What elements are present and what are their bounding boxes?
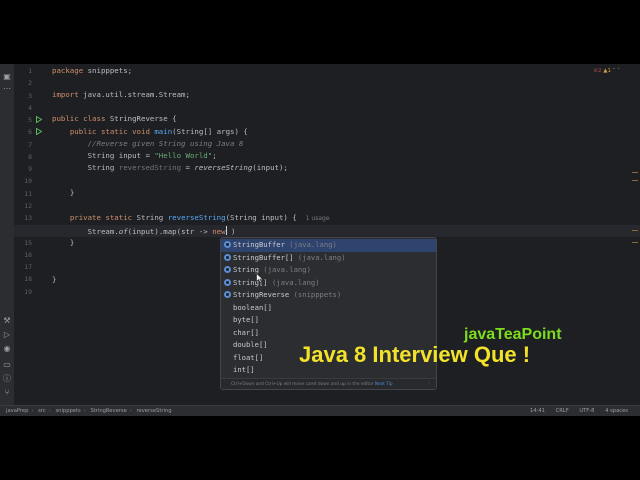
status-bar: javaPrep › src › snipppets › StringReverse ›… (0, 405, 640, 416)
line-number[interactable]: 5 (12, 116, 32, 124)
line-number[interactable]: 7 (12, 141, 32, 149)
line-number[interactable]: 19 (12, 288, 32, 296)
line-separator[interactable]: CRLF (556, 408, 569, 414)
line-number[interactable]: 1 (12, 67, 32, 75)
code-line-14: Stream.of(input).map(str -> new ) (87, 226, 236, 236)
services-icon[interactable]: ◉ (2, 344, 12, 354)
line-number[interactable]: 18 (12, 275, 32, 283)
completion-item-package: (java.lang) (297, 252, 346, 262)
file-encoding[interactable]: UTF-8 (579, 408, 594, 414)
completion-item-name: boolean[] (233, 302, 272, 312)
run-tool-icon[interactable]: ▷ (2, 330, 12, 340)
breadcrumb-src[interactable]: src (38, 408, 46, 414)
completion-footer: Ctrl+Down and Ctrl+Up will move caret do… (221, 378, 436, 389)
completion-item[interactable]: boolean[] (221, 302, 436, 315)
scrollbar-markers[interactable] (632, 78, 638, 298)
breadcrumb-package[interactable]: snipppets (55, 408, 80, 414)
line-number[interactable]: 4 (12, 104, 32, 112)
code-line-1: package snipppets; (52, 66, 133, 75)
completion-item-package: (java.lang) (271, 277, 320, 287)
next-tip-link[interactable]: Next Tip (375, 382, 393, 387)
line-number[interactable]: 10 (12, 177, 32, 185)
line-number[interactable]: 9 (12, 165, 32, 173)
breadcrumb-project[interactable]: javaPrep (6, 408, 28, 414)
completion-item-name: int[] (233, 365, 255, 374)
line-number[interactable]: 17 (12, 263, 32, 271)
completion-item-name: float[] (233, 352, 264, 362)
run-class-icon[interactable] (36, 116, 42, 123)
problems-icon[interactable]: ⓘ (2, 374, 12, 384)
line-number[interactable]: 15 (12, 239, 32, 247)
code-line-5: public class StringReverse { (52, 114, 177, 123)
completion-item[interactable]: StringBuffer (java.lang) (221, 239, 436, 252)
code-line-18: } (52, 275, 57, 284)
code-line-7: //Reverse given String using Java 8 (87, 139, 244, 148)
class-icon (224, 266, 231, 273)
completion-item-package: (java.lang) (263, 265, 311, 274)
line-number[interactable]: 12 (12, 202, 32, 210)
line-number[interactable]: 8 (12, 153, 32, 161)
code-line-15: } (69, 238, 75, 247)
code-line-13: private static String reverseString(Stri… (69, 213, 330, 222)
run-main-icon[interactable] (36, 128, 42, 135)
line-number[interactable]: 6 (12, 128, 32, 136)
completion-item-name: StringBuffer[] (233, 252, 294, 262)
line-number[interactable]: 3 (12, 92, 32, 100)
mouse-pointer-icon (256, 268, 264, 283)
chevron-up-icon[interactable]: ˄ (613, 68, 616, 74)
completion-item-name: double[] (233, 340, 268, 349)
line-number[interactable]: 13 (12, 214, 32, 222)
completion-item[interactable]: StringReverse (snipppets) (221, 289, 436, 302)
git-icon[interactable]: ⑂ (2, 388, 12, 398)
code-line-6: public static void main(String[] args) { (69, 127, 248, 136)
caret-position[interactable]: 14:41 (530, 408, 545, 414)
class-icon (224, 253, 231, 261)
line-number[interactable]: 2 (12, 79, 32, 87)
completion-item-name: byte[] (233, 315, 259, 324)
code-line-3: import java.util.stream.Stream; (52, 90, 190, 99)
code-line-11: } (69, 188, 75, 197)
build-icon[interactable]: ⚒ (2, 316, 12, 326)
more-tools-icon[interactable]: ⋯ (2, 84, 12, 94)
completion-item-name: StringReverse (233, 290, 290, 299)
code-line-9: String reversedString = reverseString(in… (87, 163, 288, 172)
headline-overlay: Java 8 Interview Que ! (299, 342, 531, 367)
completion-item-package: (java.lang) (289, 240, 337, 249)
line-number[interactable]: 11 (12, 190, 32, 198)
indent-setting[interactable]: 4 spaces (605, 408, 628, 414)
breadcrumb-method[interactable]: reverseString (137, 408, 172, 414)
class-icon (224, 278, 231, 286)
line-number[interactable]: 16 (12, 251, 32, 259)
completion-item-name: char[] (233, 327, 259, 337)
status-right-group: 14:41 CRLF UTF-8 4 spaces (521, 406, 628, 416)
usages-hint[interactable]: 1 usage (306, 215, 330, 222)
completion-item[interactable]: String[] (java.lang) (221, 277, 436, 290)
breadcrumb-class[interactable]: StringReverse (90, 408, 126, 414)
project-icon[interactable]: ▣ (2, 72, 12, 82)
more-options-icon[interactable]: ⋮ (427, 379, 431, 389)
completion-item-package: (snipppets) (293, 290, 342, 299)
completion-item[interactable]: String (java.lang) (221, 264, 436, 277)
chevron-down-icon[interactable]: ˅ (617, 68, 620, 74)
class-icon (224, 241, 231, 248)
terminal-icon[interactable]: ▭ (2, 360, 12, 370)
completion-item-name: StringBuffer (233, 240, 285, 249)
completion-item[interactable]: StringBuffer[] (java.lang) (221, 252, 436, 265)
inspection-widget[interactable]: ⊘2 ▲1 ˄ ˅ (593, 68, 620, 74)
completion-item[interactable]: byte[] (221, 314, 436, 327)
completion-item[interactable]: char[] (221, 327, 436, 340)
code-line-8: String input = "Hello World"; (87, 151, 217, 160)
class-icon (224, 291, 231, 298)
navigation-breadcrumb: javaPrep › src › snipppets › StringReverse ›… (6, 408, 172, 414)
